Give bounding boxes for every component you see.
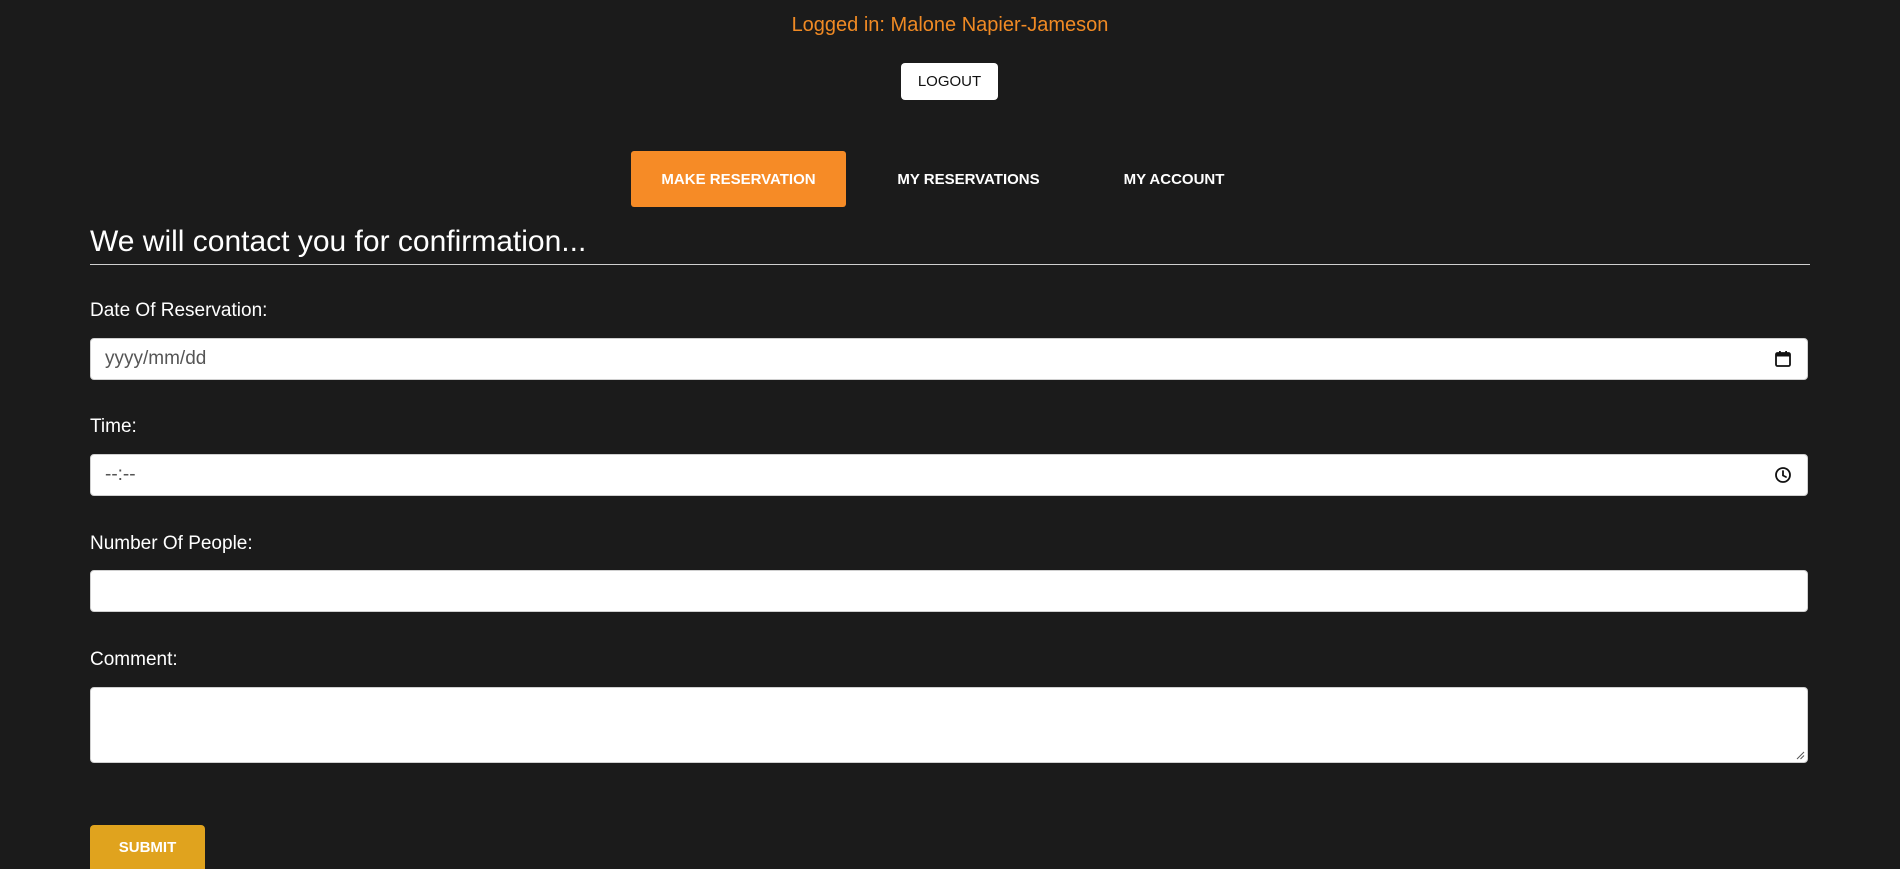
comment-label: Comment: (90, 649, 178, 670)
reservation-page: Logged in: Malone Napier-Jameson LOGOUT … (0, 0, 1900, 869)
logout-button[interactable]: LOGOUT (901, 63, 998, 100)
nav-tabs: MAKE RESERVATION MY RESERVATIONS MY ACCO… (631, 151, 1257, 207)
heading-divider (90, 264, 1810, 265)
time-label: Time: (90, 416, 137, 437)
people-label: Number Of People: (90, 533, 253, 554)
date-label: Date Of Reservation: (90, 300, 268, 321)
tab-make-reservation[interactable]: MAKE RESERVATION (631, 151, 846, 207)
tab-my-account[interactable]: MY ACCOUNT (1091, 151, 1257, 207)
time-placeholder: --:-- (105, 464, 136, 485)
clock-icon[interactable] (1773, 465, 1793, 485)
calendar-icon[interactable] (1773, 349, 1793, 369)
time-input[interactable]: --:-- (90, 454, 1808, 496)
reservation-form: We will contact you for confirmation... … (90, 220, 1810, 763)
comment-textarea[interactable] (90, 687, 1808, 763)
date-input[interactable]: yyyy/mm/dd (90, 338, 1808, 380)
form-heading: We will contact you for confirmation... (90, 225, 587, 258)
logged-in-status: Logged in: Malone Napier-Jameson (791, 14, 1109, 36)
date-placeholder: yyyy/mm/dd (105, 348, 207, 369)
resize-handle-icon[interactable] (1795, 750, 1805, 760)
tab-my-reservations[interactable]: MY RESERVATIONS (846, 151, 1091, 207)
submit-button[interactable]: SUBMIT (90, 825, 205, 869)
people-input[interactable] (90, 570, 1808, 612)
